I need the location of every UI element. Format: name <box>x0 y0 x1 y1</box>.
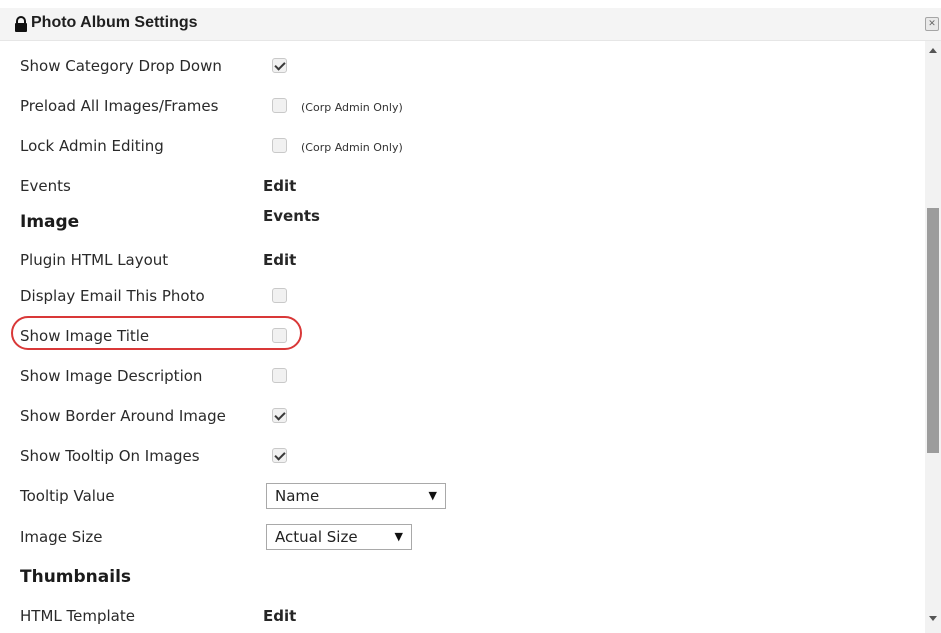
vertical-scrollbar[interactable] <box>925 41 941 633</box>
settings-title-bar: Photo Album Settings ✕ <box>0 8 941 41</box>
setting-label: Show Image Description <box>20 367 203 385</box>
setting-label: Tooltip Value <box>20 487 115 505</box>
caret-down-icon: ▼ <box>394 530 403 543</box>
show-border-around-image-checkbox[interactable] <box>272 408 287 423</box>
select-value: Name <box>275 487 320 505</box>
show-image-description-checkbox[interactable] <box>272 368 287 383</box>
show-tooltip-on-images-checkbox[interactable] <box>272 448 287 463</box>
display-email-this-photo-checkbox[interactable] <box>272 288 287 303</box>
show-category-drop-down-checkbox[interactable] <box>272 58 287 73</box>
settings-panel: Show Category Drop Down Preload All Imag… <box>0 41 925 633</box>
setting-label: Display Email This Photo <box>20 287 205 305</box>
setting-label: Show Tooltip On Images <box>20 447 200 465</box>
setting-label: Show Category Drop Down <box>20 57 222 75</box>
edit-html-template-link[interactable]: Edit <box>263 601 296 631</box>
corp-admin-note: (Corp Admin Only) <box>301 101 403 114</box>
lock-admin-editing-checkbox[interactable] <box>272 138 287 153</box>
section-heading: Thumbnails <box>20 567 132 587</box>
corp-admin-note: (Corp Admin Only) <box>301 141 403 154</box>
image-size-select[interactable]: Actual Size ▼ <box>266 524 412 550</box>
setting-label: Plugin HTML Layout <box>20 251 169 269</box>
setting-label: Show Border Around Image <box>20 407 226 425</box>
setting-label: Image Size <box>20 528 103 546</box>
page-title: Photo Album Settings <box>31 14 198 31</box>
select-value: Actual Size <box>275 528 358 546</box>
tooltip-value-select[interactable]: Name ▼ <box>266 483 446 509</box>
scrollbar-thumb[interactable] <box>927 208 939 453</box>
setting-label: Lock Admin Editing <box>20 137 164 155</box>
scroll-up-arrow-icon[interactable] <box>929 48 937 53</box>
lock-icon <box>15 16 27 32</box>
setting-label: HTML Template <box>20 607 135 625</box>
scroll-down-arrow-icon[interactable] <box>929 616 937 621</box>
setting-label: Events <box>20 177 71 195</box>
highlight-annotation <box>11 316 302 350</box>
close-icon[interactable]: ✕ <box>925 17 939 31</box>
section-heading: Image <box>20 212 80 232</box>
setting-label: Preload All Images/Frames <box>20 97 219 115</box>
edit-events-link[interactable]: Edit Events <box>263 171 320 231</box>
preload-all-images-checkbox[interactable] <box>272 98 287 113</box>
caret-down-icon: ▼ <box>428 489 437 502</box>
edit-plugin-html-layout-link[interactable]: Edit <box>263 245 296 275</box>
